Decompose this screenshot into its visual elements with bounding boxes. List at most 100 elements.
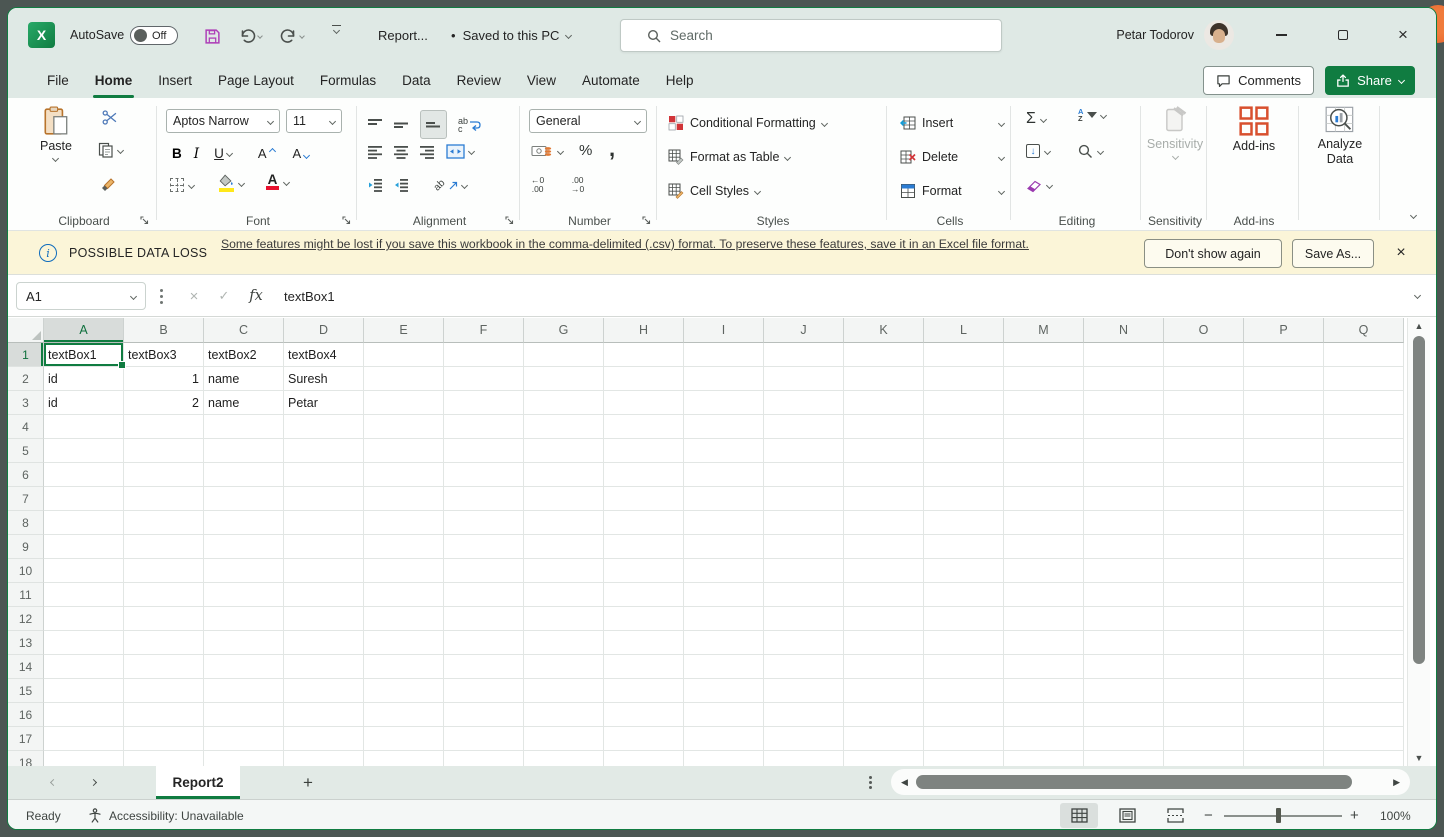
cell-H17[interactable] [604, 727, 684, 751]
cell-J2[interactable] [764, 367, 844, 391]
cell-B12[interactable] [124, 607, 204, 631]
increase-font-size-button[interactable]: A [255, 144, 278, 163]
cell-L13[interactable] [924, 631, 1004, 655]
cell-Q4[interactable] [1324, 415, 1404, 439]
cell-G16[interactable] [524, 703, 604, 727]
formula-bar-dots-icon[interactable] [160, 289, 163, 292]
tab-home[interactable]: Home [82, 62, 146, 98]
cell-C15[interactable] [204, 679, 284, 703]
cell-Q12[interactable] [1324, 607, 1404, 631]
cell-D2[interactable]: Suresh [284, 367, 364, 391]
document-name[interactable]: Report... [378, 8, 428, 62]
cell-O15[interactable] [1164, 679, 1244, 703]
row-header-4[interactable]: 4 [8, 415, 44, 439]
cell-F12[interactable] [444, 607, 524, 631]
cell-J14[interactable] [764, 655, 844, 679]
cell-F17[interactable] [444, 727, 524, 751]
cell-K10[interactable] [844, 559, 924, 583]
copy-button[interactable] [98, 142, 125, 158]
save-as-button[interactable]: Save As... [1292, 239, 1374, 268]
cell-J11[interactable] [764, 583, 844, 607]
cell-M15[interactable] [1004, 679, 1084, 703]
cell-F4[interactable] [444, 415, 524, 439]
cell-G6[interactable] [524, 463, 604, 487]
cell-K17[interactable] [844, 727, 924, 751]
tab-data[interactable]: Data [389, 62, 444, 98]
cell-J6[interactable] [764, 463, 844, 487]
zoom-slider-handle[interactable] [1276, 808, 1281, 823]
cell-F15[interactable] [444, 679, 524, 703]
cell-J16[interactable] [764, 703, 844, 727]
cell-E11[interactable] [364, 583, 444, 607]
cell-O12[interactable] [1164, 607, 1244, 631]
cell-M17[interactable] [1004, 727, 1084, 751]
cell-Q18[interactable] [1324, 751, 1404, 766]
row-header-1[interactable]: 1 [8, 343, 44, 367]
cell-I16[interactable] [684, 703, 764, 727]
cell-N6[interactable] [1084, 463, 1164, 487]
cell-I8[interactable] [684, 511, 764, 535]
expand-formula-bar-chevron-icon[interactable] [1413, 291, 1422, 300]
zoom-level[interactable]: 100% [1380, 800, 1411, 829]
cell-Q6[interactable] [1324, 463, 1404, 487]
cell-D15[interactable] [284, 679, 364, 703]
cell-J3[interactable] [764, 391, 844, 415]
column-header-I[interactable]: I [684, 318, 764, 343]
cell-I3[interactable] [684, 391, 764, 415]
cell-N13[interactable] [1084, 631, 1164, 655]
column-header-A[interactable]: A [44, 318, 124, 343]
cell-O11[interactable] [1164, 583, 1244, 607]
cell-A4[interactable] [44, 415, 124, 439]
cell-P6[interactable] [1244, 463, 1324, 487]
cell-H10[interactable] [604, 559, 684, 583]
tab-help[interactable]: Help [653, 62, 707, 98]
cell-N14[interactable] [1084, 655, 1164, 679]
cell-C12[interactable] [204, 607, 284, 631]
select-all-corner[interactable] [8, 318, 44, 343]
cell-Q15[interactable] [1324, 679, 1404, 703]
cell-P17[interactable] [1244, 727, 1324, 751]
cell-M6[interactable] [1004, 463, 1084, 487]
customize-quick-access-toolbar-button[interactable] [332, 25, 341, 47]
row-header-14[interactable]: 14 [8, 655, 44, 679]
cell-P7[interactable] [1244, 487, 1324, 511]
cell-F16[interactable] [444, 703, 524, 727]
cell-H6[interactable] [604, 463, 684, 487]
cell-P2[interactable] [1244, 367, 1324, 391]
cell-N1[interactable] [1084, 343, 1164, 367]
cell-A15[interactable] [44, 679, 124, 703]
decrease-indent-button[interactable] [368, 178, 383, 192]
row-header-2[interactable]: 2 [8, 367, 44, 391]
column-header-O[interactable]: O [1164, 318, 1244, 343]
cell-Q11[interactable] [1324, 583, 1404, 607]
delete-cells-button[interactable]: Delete [900, 144, 1006, 170]
cell-M14[interactable] [1004, 655, 1084, 679]
cell-E17[interactable] [364, 727, 444, 751]
percent-style-button[interactable]: % [579, 142, 592, 159]
cell-C9[interactable] [204, 535, 284, 559]
cell-L17[interactable] [924, 727, 1004, 751]
cell-E1[interactable] [364, 343, 444, 367]
cell-A8[interactable] [44, 511, 124, 535]
alignment-dialog-launcher[interactable] [505, 216, 515, 226]
cell-D16[interactable] [284, 703, 364, 727]
cell-F13[interactable] [444, 631, 524, 655]
cell-P5[interactable] [1244, 439, 1324, 463]
cell-P12[interactable] [1244, 607, 1324, 631]
comments-button[interactable]: Comments [1203, 66, 1314, 95]
scroll-left-icon[interactable]: ◀ [901, 777, 908, 788]
message-bar-close-button[interactable]: × [1388, 240, 1414, 266]
cell-E3[interactable] [364, 391, 444, 415]
row-header-16[interactable]: 16 [8, 703, 44, 727]
cell-F5[interactable] [444, 439, 524, 463]
cell-N16[interactable] [1084, 703, 1164, 727]
cell-N10[interactable] [1084, 559, 1164, 583]
cell-L12[interactable] [924, 607, 1004, 631]
cell-O2[interactable] [1164, 367, 1244, 391]
orientation-button[interactable]: ab [432, 177, 469, 193]
cell-C4[interactable] [204, 415, 284, 439]
cell-L3[interactable] [924, 391, 1004, 415]
cell-F11[interactable] [444, 583, 524, 607]
cell-J18[interactable] [764, 751, 844, 766]
row-header-11[interactable]: 11 [8, 583, 44, 607]
